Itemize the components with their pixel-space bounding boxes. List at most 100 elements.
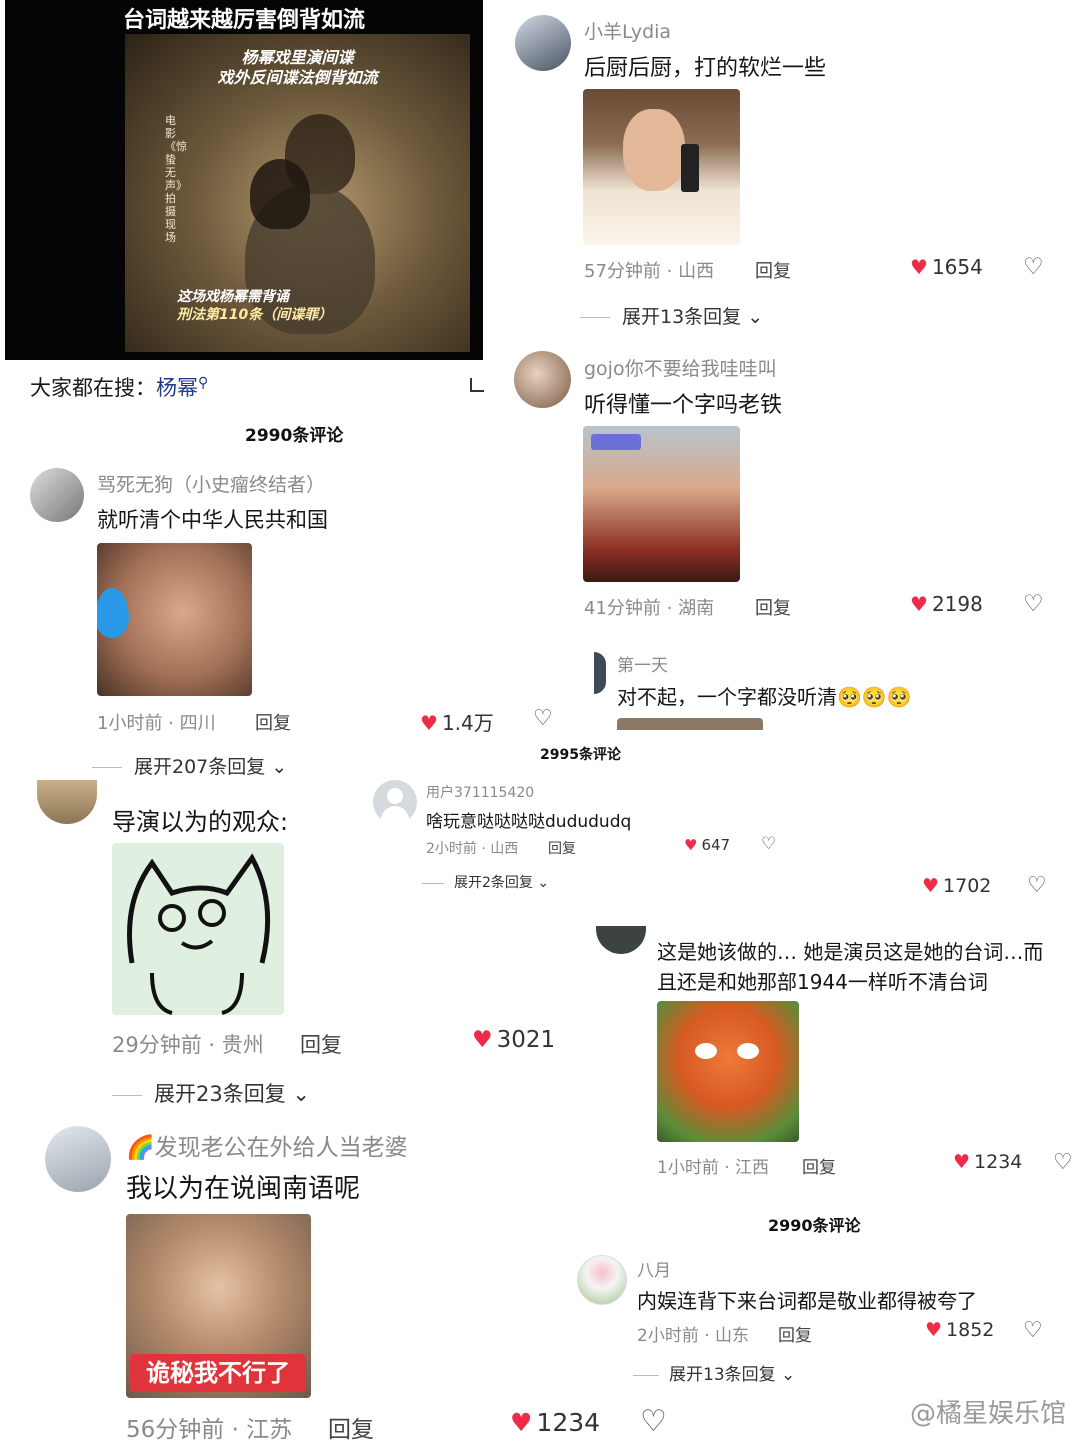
comment-time-location: 2小时前 · 山东 bbox=[637, 1326, 750, 1346]
expand-replies-label: 展开207条回复 bbox=[134, 756, 266, 778]
avatar[interactable] bbox=[515, 15, 571, 71]
trending-search-keyword[interactable]: 杨幂 bbox=[156, 376, 198, 400]
comment-username[interactable]: gojo你不要给我哇哇叫 bbox=[584, 354, 777, 381]
avatar[interactable] bbox=[514, 351, 571, 408]
heart-icon: ♥ bbox=[684, 836, 698, 854]
expand-replies-label: 展开2条回复 bbox=[454, 875, 533, 891]
comment-username[interactable]: 小羊Lydia bbox=[584, 17, 671, 44]
dislike-icon[interactable]: ♡ bbox=[640, 1404, 667, 1439]
trending-search-label: 大家都在搜： bbox=[30, 376, 156, 400]
actor-head-female bbox=[250, 159, 310, 229]
comment-count: 2995条评论 bbox=[540, 747, 621, 763]
comment-text: 啥玩意哒哒哒哒dudududq bbox=[426, 812, 632, 832]
heart-icon: ♥ bbox=[922, 875, 940, 897]
video-caption-1: 这场戏杨幂需背诵 bbox=[177, 289, 289, 305]
fullscreen-icon[interactable] bbox=[470, 378, 484, 392]
expand-replies-label: 展开13条回复 bbox=[622, 306, 742, 328]
video-title: 台词越来越厉害倒背如流 bbox=[122, 8, 365, 33]
avatar[interactable] bbox=[45, 1126, 111, 1192]
comment-username[interactable]: 用户371115420 bbox=[426, 782, 534, 802]
comment-image-cartoon-fox[interactable] bbox=[657, 1001, 799, 1142]
reply-button[interactable]: 回复 bbox=[778, 1321, 812, 1346]
dislike-icon[interactable]: ♡ bbox=[1027, 873, 1047, 898]
comment-image-man-walkie-talkie[interactable] bbox=[583, 89, 740, 245]
comment-username[interactable]: 骂死无狗（小史瘤终结者） bbox=[97, 470, 325, 497]
comment-time-location: 57分钟前 · 山西 bbox=[584, 261, 715, 282]
like-count: 1702 bbox=[943, 875, 992, 897]
trending-search[interactable]: 大家都在搜：杨幂⚲ bbox=[30, 372, 208, 402]
fox-eye bbox=[695, 1043, 717, 1059]
dislike-icon[interactable]: ♡ bbox=[761, 834, 776, 854]
expand-replies[interactable]: 展开23条回复 ⌄ bbox=[112, 1078, 310, 1108]
like-count: 1234 bbox=[974, 1151, 1023, 1173]
heart-icon: ♥ bbox=[925, 1319, 943, 1341]
like-count: 1654 bbox=[931, 255, 983, 279]
expand-replies[interactable]: 展开207条回复 ⌄ bbox=[92, 752, 287, 779]
comment-count: 2990条评论 bbox=[768, 1216, 861, 1235]
dislike-icon[interactable]: ♡ bbox=[1023, 254, 1044, 280]
comment-username[interactable]: 第一天 bbox=[617, 651, 668, 676]
expand-replies[interactable]: 展开13条回复 ⌄ bbox=[633, 1360, 795, 1385]
comment-username[interactable]: 八月 bbox=[637, 1256, 671, 1281]
comment-image-crying-face[interactable] bbox=[97, 543, 252, 696]
like-button[interactable]: ♥ 1654 bbox=[910, 255, 983, 279]
comment-image-cartoon-cat[interactable] bbox=[112, 843, 284, 1015]
dislike-icon[interactable]: ♡ bbox=[1023, 1318, 1043, 1343]
like-button[interactable]: ♥ 2198 bbox=[910, 592, 983, 616]
like-button[interactable]: ♥ 1702 bbox=[922, 875, 991, 897]
avatar[interactable] bbox=[37, 780, 97, 824]
expand-replies[interactable]: 展开2条回复 ⌄ bbox=[422, 872, 549, 892]
reply-button[interactable]: 回复 bbox=[755, 257, 791, 283]
like-button[interactable]: ♥ 1234 bbox=[953, 1151, 1022, 1173]
heart-icon: ♥ bbox=[910, 255, 928, 279]
reply-button[interactable]: 回复 bbox=[255, 709, 291, 735]
expand-replies-label: 展开23条回复 bbox=[154, 1082, 286, 1106]
like-button[interactable]: ♥ 3021 bbox=[472, 1027, 555, 1053]
face-shape bbox=[623, 109, 685, 191]
avatar[interactable] bbox=[594, 652, 606, 694]
expand-replies-label: 展开13条回复 bbox=[669, 1365, 776, 1385]
comment-time-location: 56分钟前 · 江苏 bbox=[126, 1417, 293, 1440]
chevron-down-icon: ⌄ bbox=[532, 875, 550, 891]
comment-count: 2990条评论 bbox=[245, 426, 344, 446]
comment-image-boy-face[interactable] bbox=[583, 426, 740, 582]
watermark: @橘星娱乐馆 bbox=[909, 1399, 1066, 1429]
divider bbox=[112, 1094, 142, 1096]
reply-button[interactable]: 回复 bbox=[802, 1153, 836, 1178]
expand-replies[interactable]: 展开13条回复 ⌄ bbox=[580, 302, 763, 329]
dislike-icon[interactable]: ♡ bbox=[533, 706, 553, 731]
comment-image-partial[interactable] bbox=[617, 718, 763, 730]
sticker-caption: 诡秘我不行了 bbox=[130, 1354, 306, 1392]
like-button[interactable]: ♥ 1234 bbox=[510, 1408, 600, 1437]
comment-text: 导演以为的观众: bbox=[112, 808, 289, 836]
heart-icon: ♥ bbox=[910, 592, 928, 616]
default-user-icon bbox=[387, 788, 403, 804]
like-button[interactable]: ♥ 1.4万 bbox=[420, 707, 494, 736]
avatar[interactable] bbox=[30, 468, 84, 522]
reply-button[interactable]: 回复 bbox=[300, 1029, 342, 1059]
dislike-icon[interactable]: ♡ bbox=[1023, 591, 1044, 617]
comment-username[interactable]: 🌈发现老公在外给人当老婆 bbox=[126, 1128, 408, 1162]
chevron-down-icon: ⌄ bbox=[741, 306, 764, 328]
walkie-talkie-icon bbox=[681, 144, 699, 192]
video-panel[interactable]: 台词越来越厉害倒背如流 杨幂戏里演间谍 戏外反间谍法倒背如流 电影《惊蛰无声》拍… bbox=[5, 0, 483, 360]
avatar[interactable] bbox=[373, 780, 417, 824]
teardrop-icon bbox=[97, 588, 129, 638]
comment-image-girl-covering-mouth[interactable]: 诡秘我不行了 bbox=[126, 1214, 311, 1398]
reply-button[interactable]: 回复 bbox=[328, 1410, 374, 1440]
avatar[interactable] bbox=[577, 1255, 627, 1305]
avatar[interactable] bbox=[596, 926, 646, 954]
like-button[interactable]: ♥ 1852 bbox=[925, 1319, 994, 1341]
comment-text-line-2: 且还是和她那部1944一样听不清台词 bbox=[657, 970, 988, 994]
comment-time-location: 1小时前 · 四川 bbox=[97, 713, 216, 734]
reply-button[interactable]: 回复 bbox=[548, 838, 576, 858]
chevron-down-icon: ⌄ bbox=[265, 756, 288, 778]
dislike-icon[interactable]: ♡ bbox=[1053, 1150, 1073, 1175]
like-count: 1852 bbox=[946, 1319, 995, 1341]
video-frame[interactable]: 杨幂戏里演间谍 戏外反间谍法倒背如流 电影《惊蛰无声》拍摄现场 这场戏杨幂需背诵… bbox=[125, 34, 470, 352]
chevron-down-icon: ⌄ bbox=[775, 1365, 796, 1385]
like-button[interactable]: ♥ 647 bbox=[684, 836, 730, 854]
reply-button[interactable]: 回复 bbox=[755, 594, 791, 620]
divider bbox=[92, 767, 122, 768]
sticker-tag bbox=[591, 434, 641, 450]
